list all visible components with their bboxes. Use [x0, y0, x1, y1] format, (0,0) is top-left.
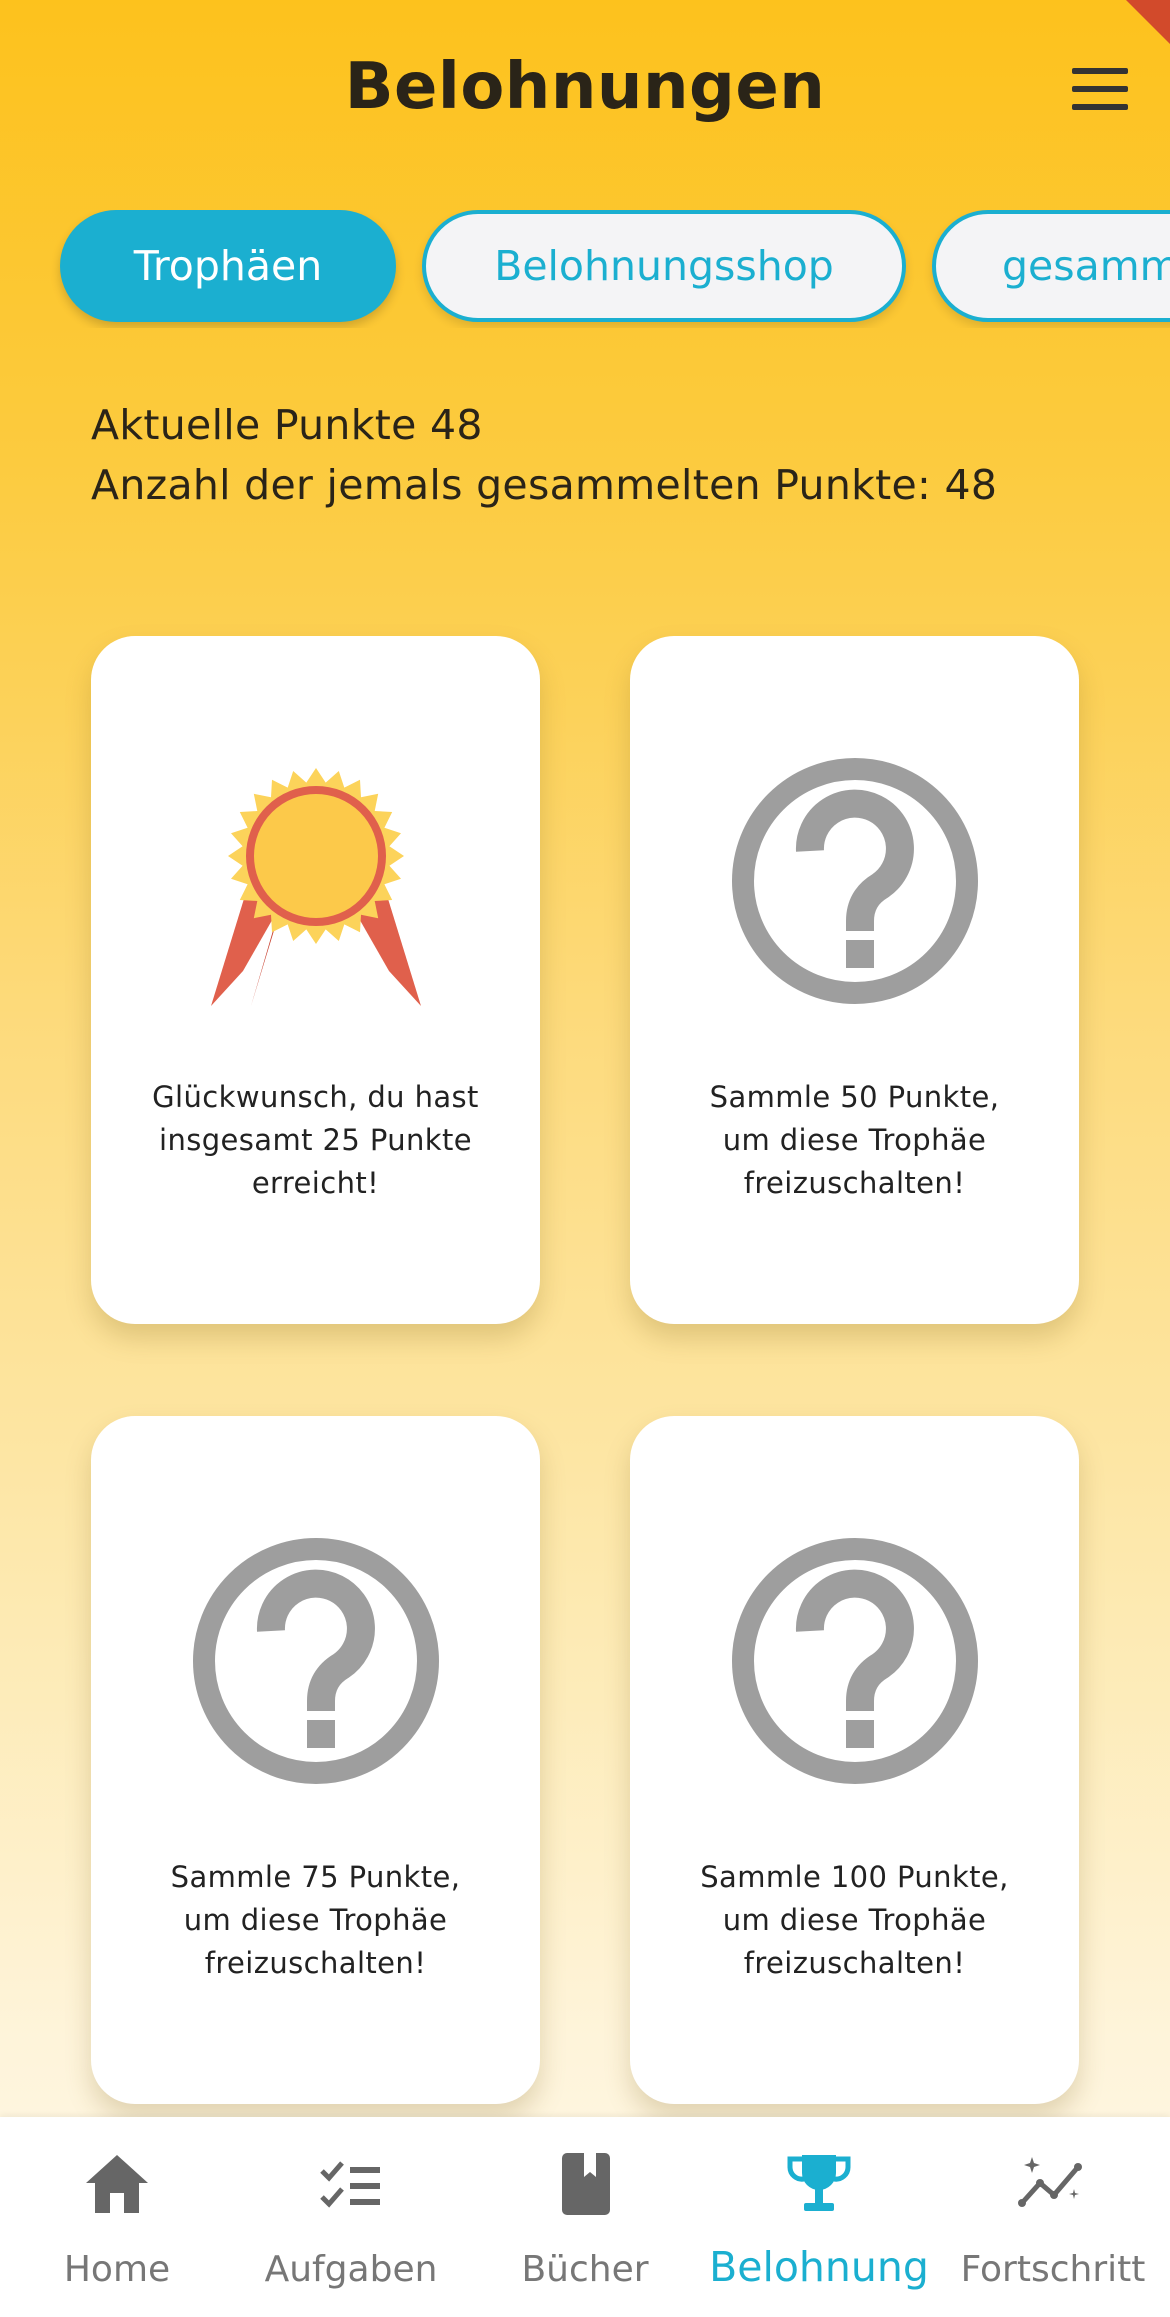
trophy-card[interactable]: Sammle 100 Punkte, um diese Trophäe frei… [630, 1416, 1079, 2104]
tab-collected-rewards[interactable]: gesammelte Belohnungen [932, 210, 1170, 322]
award-ribbon-icon [210, 768, 421, 1006]
bottom-navigation: Home Aufgaben Bücher Belohnung Fortschri… [0, 2117, 1170, 2317]
nav-progress[interactable]: Fortschritt [936, 2117, 1170, 2317]
trophy-text: Sammle 100 Punkte, um diese Trophäe frei… [700, 1860, 1009, 1980]
nav-label: Home [63, 2249, 171, 2290]
question-circle-icon [731, 758, 978, 1004]
question-circle-icon [731, 1538, 978, 1784]
trophy-text: Sammle 50 Punkte, um diese Trophäe freiz… [709, 1080, 1000, 1200]
progress-chart-icon [1018, 2157, 1082, 2207]
nav-home[interactable]: Home [0, 2117, 234, 2317]
page-title: Belohnungen [344, 50, 826, 124]
tab-reward-shop[interactable]: Belohnungsshop [422, 210, 906, 322]
nav-books[interactable]: Bücher [468, 2117, 702, 2317]
tab-bar: Trophäen Belohnungsshop gesammelte Beloh… [0, 210, 1170, 328]
trophy-card[interactable]: Glückwunsch, du hast insgesamt 25 Punkte… [91, 636, 540, 1324]
book-icon [562, 2153, 610, 2215]
nav-label: Belohnung [709, 2243, 929, 2291]
nav-rewards[interactable]: Belohnung [702, 2117, 936, 2317]
trophy-card[interactable]: Sammle 50 Punkte, um diese Trophäe freiz… [630, 636, 1079, 1324]
points-summary: Aktuelle Punkte 48 Anzahl der jemals ges… [91, 395, 997, 515]
total-points-text: Anzahl der jemals gesammelten Punkte: 48 [91, 461, 998, 509]
current-points-text: Aktuelle Punkte 48 [91, 401, 483, 449]
trophy-card[interactable]: Sammle 75 Punkte, um diese Trophäe freiz… [91, 1416, 540, 2104]
home-icon [86, 2155, 148, 2213]
nav-label: Bücher [521, 2249, 649, 2290]
checklist-icon [320, 2161, 380, 2208]
trophy-text: Sammle 75 Punkte, um diese Trophäe freiz… [170, 1860, 461, 1980]
tab-trophies[interactable]: Trophäen [60, 210, 396, 322]
trophy-icon [787, 2155, 851, 2211]
nav-label: Fortschritt [960, 2249, 1146, 2290]
question-circle-icon [192, 1538, 439, 1784]
hamburger-menu-icon[interactable] [1072, 68, 1130, 110]
nav-label: Aufgaben [264, 2249, 438, 2290]
trophy-text: Glückwunsch, du hast insgesamt 25 Punkte… [152, 1080, 479, 1200]
corner-ribbon [1126, 0, 1170, 44]
nav-tasks[interactable]: Aufgaben [234, 2117, 468, 2317]
